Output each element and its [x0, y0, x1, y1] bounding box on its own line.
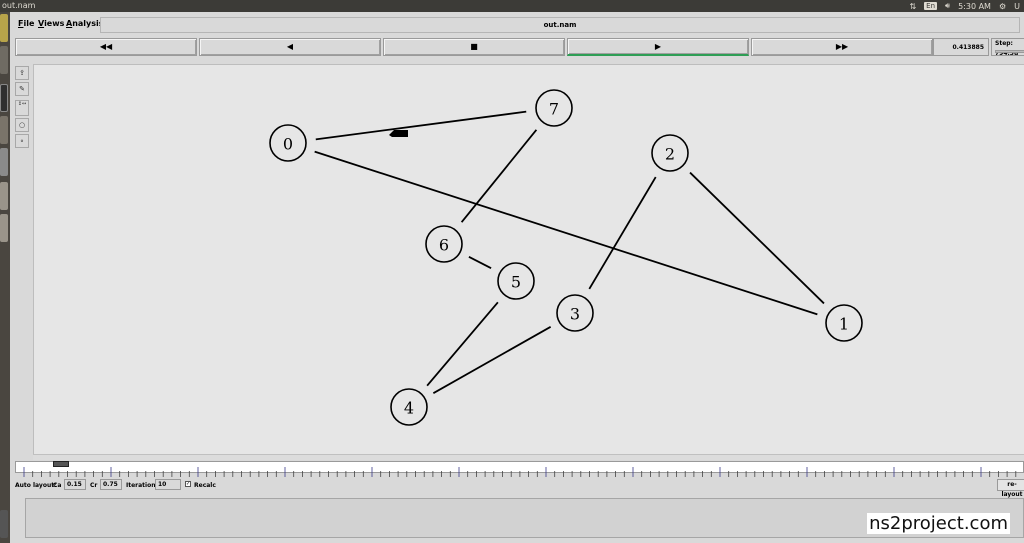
- auto-layout-bar: Auto layout: Ca 0.15 Cr 0.75 Iterations …: [15, 479, 1024, 498]
- node-label: 4: [404, 399, 414, 418]
- launcher-app-icon[interactable]: [0, 84, 8, 112]
- ca-input[interactable]: 0.15: [64, 479, 86, 490]
- timeline-ruler[interactable]: [15, 461, 1024, 477]
- node-5[interactable]: 5: [497, 262, 535, 300]
- node-0[interactable]: 0: [269, 124, 307, 162]
- system-tray: ⇅ En 🔊︎ 5:30 AM ⚙ U: [909, 1, 1020, 11]
- keyboard-layout-indicator[interactable]: En: [924, 2, 938, 10]
- window-title: out.nam: [2, 1, 36, 10]
- launcher-app-icon[interactable]: [0, 510, 8, 538]
- link-0-7[interactable]: [315, 110, 527, 141]
- launcher-app-icon[interactable]: [0, 46, 8, 74]
- link-3-2[interactable]: [588, 176, 657, 290]
- tool-strip: ⇪ ✎ ↕↔ ○ ∘: [15, 66, 31, 156]
- stop-button[interactable]: ■: [383, 38, 565, 56]
- watermark: ns2project.com: [867, 513, 1010, 534]
- cr-label: Cr: [90, 482, 98, 489]
- launcher-app-icon[interactable]: [0, 116, 8, 144]
- cr-input[interactable]: 0.75: [100, 479, 122, 490]
- link-5-4[interactable]: [426, 301, 499, 387]
- settings-gear-icon[interactable]: ⚙: [999, 2, 1006, 11]
- clock[interactable]: 5:30 AM: [958, 2, 991, 11]
- node-1[interactable]: 1: [825, 304, 863, 342]
- timeline-marker[interactable]: [53, 461, 69, 467]
- step-back-button[interactable]: ◀: [199, 38, 381, 56]
- user-indicator[interactable]: U: [1014, 2, 1020, 11]
- system-top-bar: out.nam ⇅ En 🔊︎ 5:30 AM ⚙ U: [0, 0, 1024, 12]
- dot-icon[interactable]: ∘: [15, 134, 29, 148]
- fast-forward-button[interactable]: ▶▶: [751, 38, 933, 56]
- relayout-button[interactable]: re-layout: [997, 479, 1024, 498]
- launcher-app-icon[interactable]: [0, 148, 8, 176]
- circle-icon[interactable]: ○: [15, 118, 29, 132]
- node-label: 7: [549, 100, 559, 119]
- node-6[interactable]: 6: [425, 225, 463, 263]
- recalc-checkbox[interactable]: ✓: [185, 481, 191, 487]
- step-label: Step: 794.3u: [995, 40, 1019, 57]
- node-2[interactable]: 2: [651, 134, 689, 172]
- time-readout: 0.413885: [933, 38, 989, 56]
- link-7-6[interactable]: [460, 129, 538, 223]
- packet-marker: [389, 130, 408, 137]
- launcher-sidebar: [0, 12, 10, 543]
- launcher-app-icon[interactable]: [0, 182, 8, 210]
- step-slider[interactable]: [995, 50, 1024, 53]
- menu-bar: File Views Analysis out.nam: [10, 15, 1024, 35]
- iterations-input[interactable]: 10: [155, 479, 181, 490]
- node-label: 5: [511, 273, 521, 292]
- file-title: out.nam: [100, 17, 1020, 33]
- link-4-3[interactable]: [432, 326, 552, 394]
- node-3[interactable]: 3: [556, 294, 594, 332]
- network-canvas[interactable]: 0 1 2 3 4 5 6 7: [33, 64, 1024, 454]
- launcher-app-icon[interactable]: [0, 14, 8, 42]
- resize-icon[interactable]: ↕↔: [15, 100, 29, 116]
- link-6-5[interactable]: [468, 255, 492, 270]
- link-0-1[interactable]: [314, 150, 818, 316]
- node-label: 3: [570, 305, 580, 324]
- horizontal-scrollbar[interactable]: [33, 454, 1024, 460]
- menu-analysis[interactable]: Analysis: [66, 19, 104, 28]
- node-label: 0: [283, 135, 293, 154]
- edit-icon[interactable]: ✎: [15, 82, 29, 96]
- node-4[interactable]: 4: [390, 388, 428, 426]
- step-readout: Step: 794.3u: [991, 38, 1024, 57]
- node-label: 6: [439, 236, 449, 255]
- node-label: 1: [839, 315, 849, 334]
- menu-views[interactable]: Views: [38, 19, 64, 28]
- network-icon[interactable]: ⇅: [909, 2, 916, 11]
- node-7[interactable]: 7: [535, 89, 573, 127]
- topology-graph: 0 1 2 3 4 5 6 7: [269, 89, 863, 426]
- link-2-1[interactable]: [689, 171, 825, 305]
- timeline-ticks: [23, 467, 1017, 477]
- launcher-app-icon[interactable]: [0, 214, 8, 242]
- menu-file[interactable]: File: [18, 19, 34, 28]
- play-button[interactable]: ▶: [567, 38, 749, 56]
- select-icon[interactable]: ⇪: [15, 66, 29, 80]
- recalc-label: Recalc: [194, 482, 216, 489]
- node-label: 2: [665, 145, 675, 164]
- auto-layout-label: Auto layout:: [15, 482, 57, 489]
- volume-icon[interactable]: 🔊︎: [945, 1, 950, 11]
- ca-label: Ca: [53, 482, 62, 489]
- transport-controls: ◀◀ ◀ ■ ▶ ▶▶ 0.413885 Step: 794.3u: [15, 38, 1024, 58]
- rewind-button[interactable]: ◀◀: [15, 38, 197, 56]
- nam-window: File Views Analysis out.nam ◀◀ ◀ ■ ▶ ▶▶ …: [10, 12, 1024, 543]
